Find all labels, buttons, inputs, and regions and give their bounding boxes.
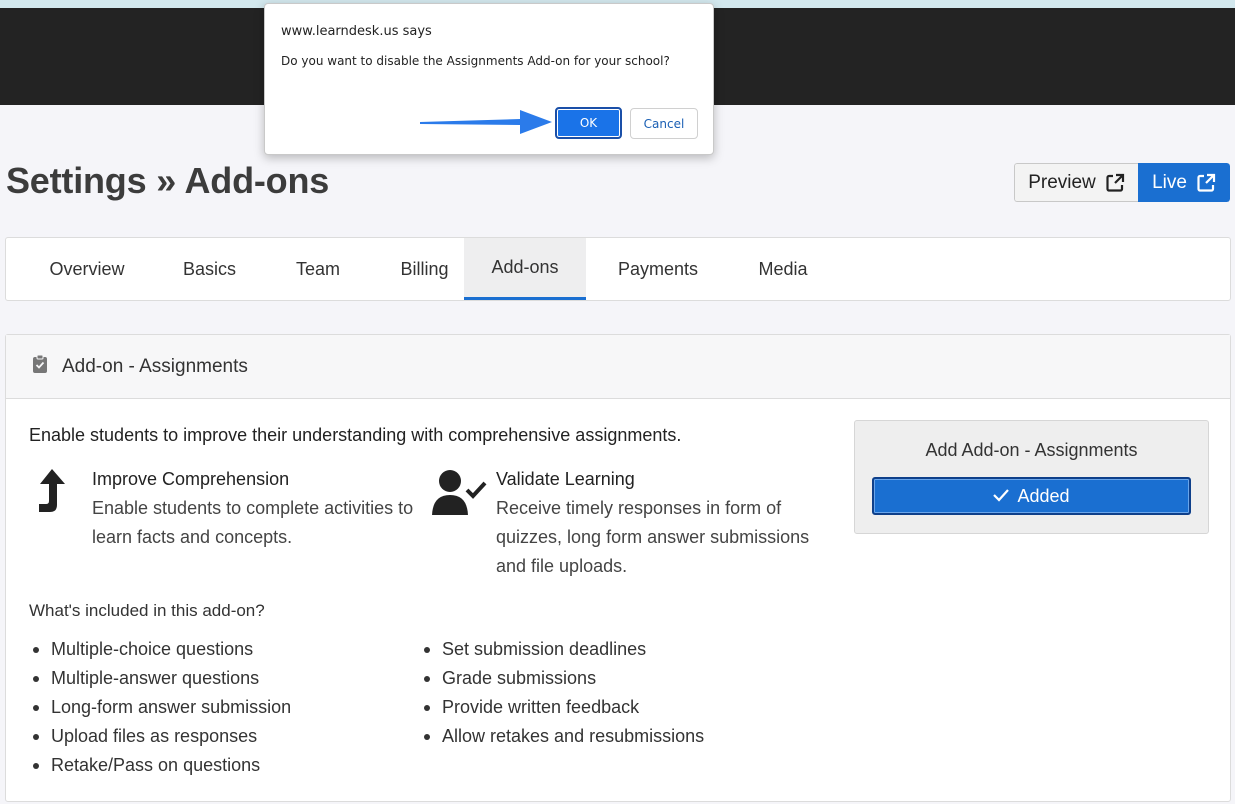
add-addon-box: Add Add-on - Assignments Added — [854, 420, 1209, 534]
feature-validate-learning: Validate Learning Receive timely respons… — [430, 465, 809, 581]
external-link-icon — [1105, 173, 1125, 193]
tab-add-ons[interactable]: Add-ons — [464, 238, 586, 300]
pointer-arrow-icon — [420, 110, 552, 134]
feature-desc-line: Receive timely responses in form of — [496, 498, 782, 518]
feature-desc-line: Enable students to complete activities t… — [92, 498, 414, 518]
cancel-button[interactable]: Cancel — [630, 108, 698, 139]
panel-title: Add-on - Assignments — [62, 355, 248, 377]
list-item: Multiple-choice questions — [29, 635, 291, 664]
list-item: Multiple-answer questions — [29, 664, 291, 693]
addon-intro: Enable students to improve their underst… — [29, 425, 682, 445]
added-button[interactable]: Added — [872, 477, 1191, 515]
feature-desc-line: quizzes, long form answer submissions — [496, 527, 810, 547]
page-title: Settings » Add-ons — [6, 160, 330, 201]
feature-improve-comprehension: Improve Comprehension Enable students to… — [32, 465, 413, 552]
list-item: Upload files as responses — [29, 722, 291, 751]
dialog-message: Do you want to disable the Assignments A… — [281, 54, 670, 68]
feature-title: Improve Comprehension — [92, 469, 290, 489]
added-label: Added — [1017, 485, 1070, 506]
tab-overview[interactable]: Overview — [6, 238, 168, 300]
list-item: Grade submissions — [420, 664, 704, 693]
tab-team[interactable]: Team — [251, 238, 385, 300]
list-item: Retake/Pass on questions — [29, 751, 291, 780]
user-check-icon — [430, 465, 496, 581]
settings-tabs: Overview Basics Team Billing Add-ons Pay… — [5, 237, 1231, 301]
feature-desc-line: and file uploads. — [496, 556, 628, 576]
ok-button[interactable]: OK — [555, 107, 622, 139]
addon-panel: Add-on - Assignments Enable students to … — [5, 334, 1231, 802]
tab-billing[interactable]: Billing — [385, 238, 464, 300]
arrow-turn-up-icon — [32, 465, 92, 552]
add-addon-title: Add Add-on - Assignments — [925, 440, 1138, 460]
dialog-origin: www.learndesk.us says — [281, 24, 432, 39]
panel-header: Add-on - Assignments — [6, 335, 1230, 399]
list-item: Provide written feedback — [420, 693, 704, 722]
included-heading: What's included in this add-on? — [29, 601, 265, 620]
included-list-right: Set submission deadlines Grade submissio… — [420, 635, 704, 751]
view-button-group: Preview Live — [1014, 163, 1230, 202]
check-icon — [993, 486, 1010, 507]
tab-media[interactable]: Media — [730, 238, 836, 300]
live-button[interactable]: Live — [1138, 163, 1230, 202]
feature-desc-line: learn facts and concepts. — [92, 527, 293, 547]
list-item: Set submission deadlines — [420, 635, 704, 664]
external-link-icon — [1196, 173, 1216, 193]
list-item: Long-form answer submission — [29, 693, 291, 722]
clipboard-check-icon — [32, 354, 48, 380]
feature-title: Validate Learning — [496, 469, 635, 489]
live-label: Live — [1152, 171, 1187, 193]
preview-button[interactable]: Preview — [1014, 163, 1138, 202]
included-list-left: Multiple-choice questions Multiple-answe… — [29, 635, 291, 780]
tab-payments[interactable]: Payments — [586, 238, 730, 300]
tab-basics[interactable]: Basics — [168, 238, 251, 300]
preview-label: Preview — [1028, 171, 1096, 193]
list-item: Allow retakes and resubmissions — [420, 722, 704, 751]
